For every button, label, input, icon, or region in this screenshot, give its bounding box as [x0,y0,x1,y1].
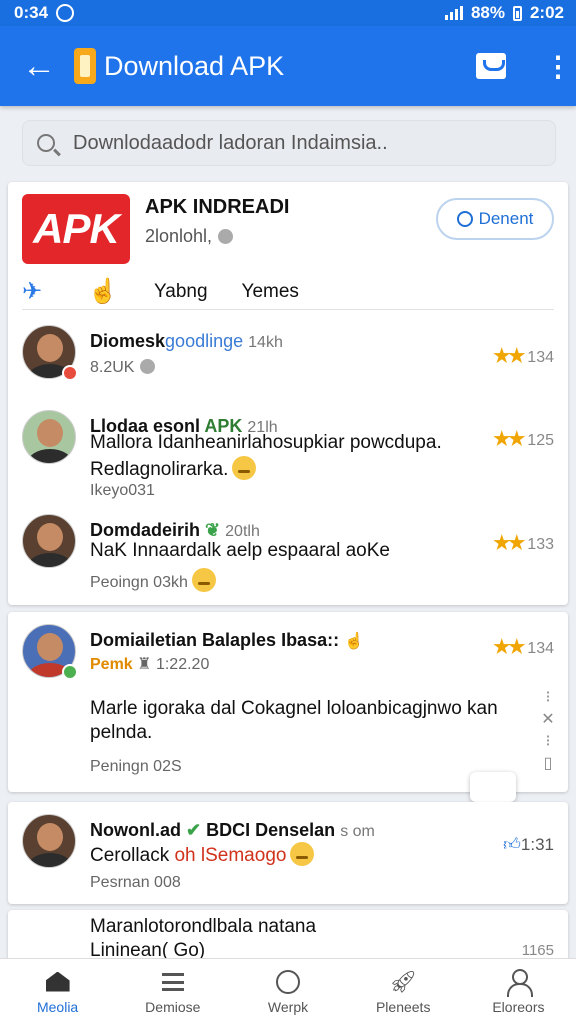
floating-popup[interactable] [470,772,516,802]
post-text: Maranlotorondlbala natana [90,916,317,937]
post-card[interactable]: Domiailetian Balaples Ibasa:: ☝ Pemk ♜ 1… [8,612,568,802]
inbox-icon[interactable] [476,53,506,79]
search-icon [37,134,55,152]
home-icon [44,969,72,995]
search-input[interactable]: Downlodaadodr ladoran Indaimsia.. [22,120,556,166]
page-title: Download APK [104,50,285,81]
status-time: 0:34 [14,3,49,22]
user-icon [504,968,534,997]
emoji-icon [191,568,216,592]
post-meta: Peoingn 03kh [90,568,216,592]
avatar [22,410,76,464]
back-arrow-icon[interactable]: ← [22,49,74,83]
tab-yabng[interactable]: Yabng [154,281,208,303]
badge-icon [62,365,78,381]
bottom-nav: Meolia Demiose Werpk 🚀︎ Pleneets Eloreor… [0,958,576,1024]
apk-profile-card: APK APK INDREADI 2lonlohl, Denent ✈ ☝ Ya… [8,182,568,605]
star-icon: ★★ [493,429,525,450]
post-footer: Peningn 02S [90,758,182,775]
post-text: Mallora Idanheanirlahosupkiar powcdupa. [90,432,442,453]
rating: ★★ 125 [493,429,554,450]
nav-pleneets[interactable]: 🚀︎ Pleneets [346,959,461,1024]
post-text: NaK Innaardalk aelp espaaral aoKe [90,540,390,561]
follow-button[interactable]: Denent [436,198,554,240]
nav-demiose[interactable]: Demiose [115,959,230,1024]
like-outline-icon: ☝ [344,633,365,650]
rocket-icon: 🚀︎ [389,968,418,994]
signal-icon [444,6,463,20]
side-tools[interactable]: ⁝ ✕ ⁝ ▯ [538,687,558,775]
trophy-icon: ♜ [137,656,152,673]
post-footer: Pesrnan 008 [90,874,181,891]
post-text-2: Redlagnolirarka. [90,456,257,481]
profile-name: APK INDREADI [145,196,290,218]
post-meta: Ikeyo031 [90,482,155,499]
verified-icon [140,359,156,374]
rating: ★★ 134 [493,346,554,367]
pin-icon[interactable]: ✈ [22,277,88,306]
emoji-icon [290,842,315,866]
avatar [22,814,76,868]
phone-app-icon [74,48,96,84]
nav-media[interactable]: Meolia [0,959,115,1024]
tab-yemes[interactable]: Yemes [242,281,299,303]
search-placeholder: Downlodaadodr ladoran Indaimsia.. [73,131,388,154]
post-meta: 8.2UK [90,359,156,377]
list-item[interactable]: Diomeskgoodlinge 14kh 8.2UK ★★ 134 [22,325,554,385]
status-clock: 2:02 [529,3,564,22]
battery-percent: 88% [470,3,505,22]
star-icon: ★★ [493,637,525,658]
like-count[interactable]: 👍︎1:31 [503,834,554,855]
list-item[interactable]: Llodaa esonl APK 21lh Mallora Idanheanir… [22,410,554,500]
post-text-2: pelnda. [90,722,153,743]
post-card[interactable]: Nowonl.ad ✔ BDCI Denselan s om Cerollack… [8,802,568,904]
post-meta: Pemk ♜ 1:22.20 [90,656,210,673]
like-icon[interactable]: ☝ [88,277,154,306]
post-author: Diomeskgoodlinge 14kh [90,331,283,351]
emoji-icon [232,456,257,480]
battery-icon [512,5,522,21]
star-icon: ★★ [493,533,525,554]
rating: ★★ 133 [493,533,554,554]
post-author: Nowonl.ad ✔ BDCI Denselan s om [90,820,375,840]
face-icon [274,969,302,995]
action-tabs: ✈ ☝ Yabng Yemes [22,274,554,310]
post-text: Cerollack oh lSemaogo [90,842,315,867]
thumbs-up-icon: 👍︎ [503,835,521,854]
post-author: Domiailetian Balaples Ibasa:: ☝ [90,630,365,650]
post-card[interactable]: Maranlotorondlbala natana Lininean( Go) … [8,910,568,962]
nav-werpk[interactable]: Werpk [230,959,345,1024]
badge-icon [62,664,78,680]
more-vertical-icon[interactable]: ⋮ [544,50,572,83]
post-author: Domdadeirih ❦ 20tlh [90,520,260,540]
list-icon [159,969,187,995]
leaf-icon: ❦ [205,520,221,540]
post-count: 1165 [521,942,554,959]
app-bar: ← Download APK ⋮ [0,26,576,106]
profile-subtitle: 2lonlohl, [145,226,234,247]
star-icon: ★★ [493,346,525,367]
nav-profile[interactable]: Eloreors [461,959,576,1024]
sync-icon [56,4,75,22]
apk-logo: APK [22,194,130,264]
circle-icon [456,211,473,227]
verified-icon [218,229,234,244]
post-text: Marle igoraka dal Cokagnel loloanbicagjn… [90,698,498,719]
check-icon: ✔ [186,820,202,840]
rating: ★★ 134 [493,637,554,658]
avatar [22,514,76,568]
status-bar: 0:34 88% 2:02 [0,0,576,26]
list-item[interactable]: Domdadeirih ❦ 20tlh NaK Innaardalk aelp … [22,514,554,594]
